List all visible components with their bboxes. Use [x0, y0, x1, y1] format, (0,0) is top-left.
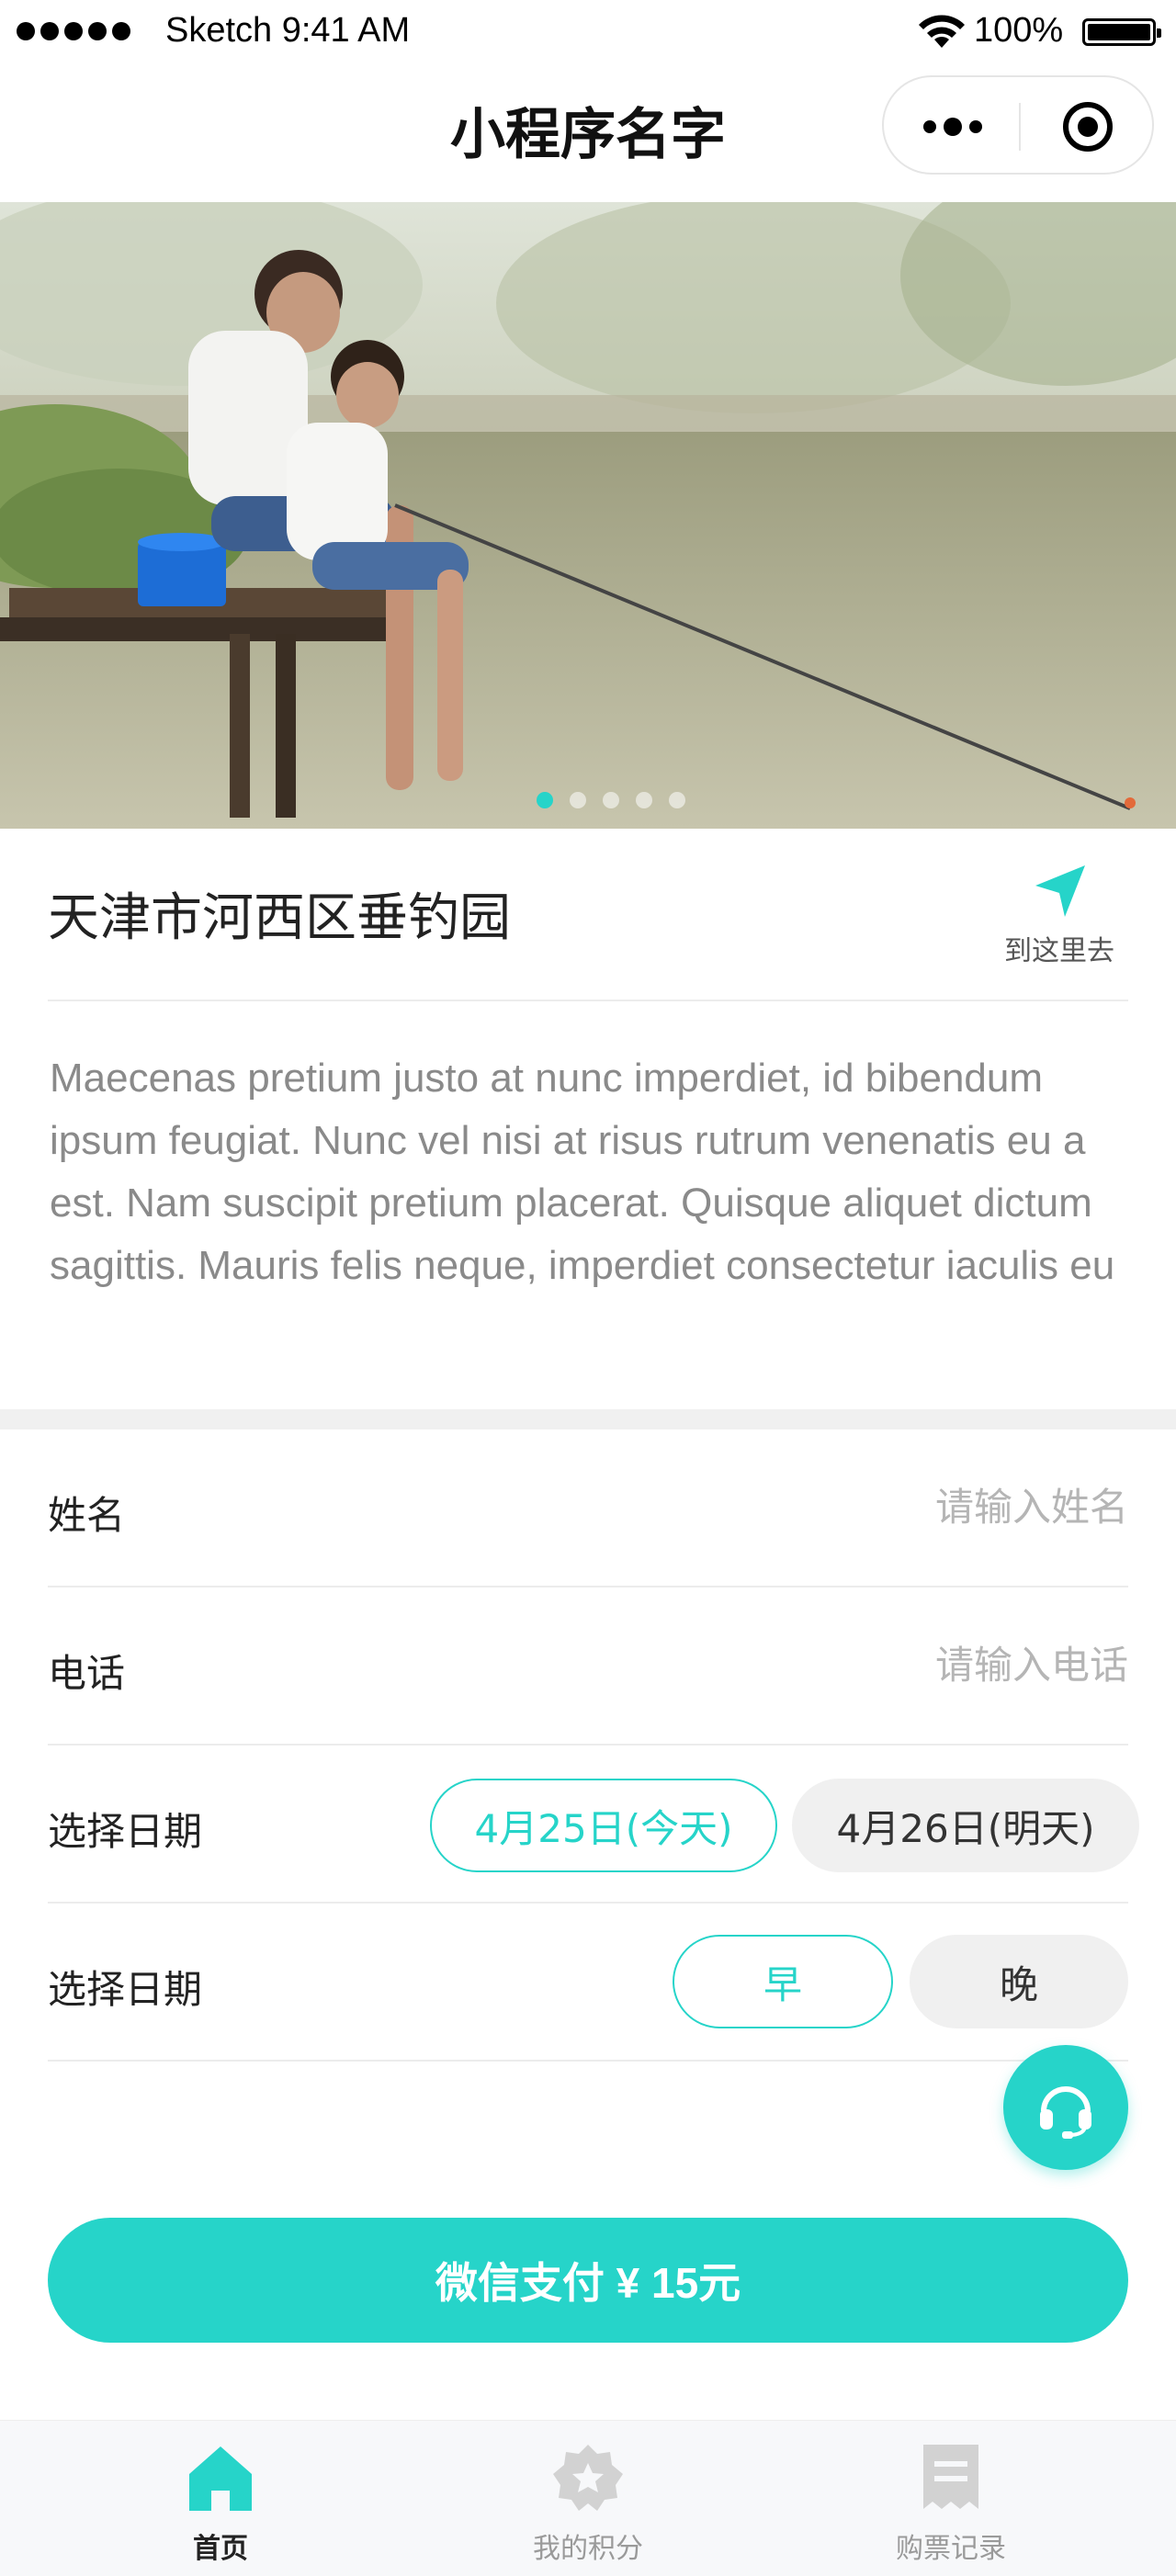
session-row: 选择日期 早 晚 — [48, 1904, 1128, 2062]
tab-tickets[interactable]: 购票记录 — [841, 2441, 1061, 2566]
name-label: 姓名 — [48, 1493, 126, 1538]
phone-input[interactable] — [650, 1632, 1128, 1698]
date-option-today[interactable]: 4月25日(今天) — [430, 1779, 777, 1872]
tab-points-label: 我的积分 — [533, 2533, 643, 2565]
receipt-icon — [923, 2445, 978, 2509]
tab-home-label: 首页 — [193, 2533, 248, 2565]
name-row: 姓名 — [48, 1429, 1128, 1587]
battery-percent: 100% — [974, 11, 1064, 50]
phone-label: 电话 — [48, 1651, 126, 1696]
session-option-evening[interactable]: 晚 — [910, 1935, 1128, 2028]
miniprogram-capsule — [882, 75, 1154, 175]
date-label: 选择日期 — [48, 1809, 203, 1854]
session-option-morning[interactable]: 早 — [673, 1935, 893, 2028]
banner-carousel[interactable] — [0, 202, 1176, 829]
more-icon[interactable] — [921, 118, 985, 136]
badge-icon — [553, 2445, 623, 2511]
location-name: 天津市河西区垂钓园 — [48, 888, 511, 948]
session-label: 选择日期 — [48, 1967, 203, 2012]
section-divider — [0, 1409, 1176, 1429]
signal-strength-icon — [17, 22, 130, 40]
navigation-arrow-icon — [1035, 865, 1085, 917]
carousel-dot-active[interactable] — [537, 792, 553, 808]
wechat-pay-button[interactable]: 微信支付 ¥ 15元 — [48, 2218, 1128, 2343]
location-description: Maecenas pretium justo at nunc imperdiet… — [50, 1056, 1115, 1288]
date-option-tomorrow[interactable]: 4月26日(明天) — [792, 1779, 1139, 1872]
headset-icon — [1040, 2086, 1091, 2139]
wifi-icon — [919, 15, 965, 48]
navigation-bar: 小程序名字 — [0, 64, 1176, 202]
tab-bar: 首页 我的积分 购票记录 — [0, 2420, 1176, 2576]
location-header: 天津市河西区垂钓园 到这里去 — [48, 829, 1128, 1001]
carousel-dot[interactable] — [603, 792, 619, 808]
carousel-indicator — [0, 792, 1176, 808]
status-bar: Sketch 9:41 AM 100% — [0, 0, 1176, 64]
carousel-dot[interactable] — [669, 792, 685, 808]
close-miniprogram-icon[interactable] — [1062, 101, 1114, 153]
status-carrier-time: Sketch 9:41 AM — [165, 11, 410, 51]
customer-service-button[interactable] — [1003, 2045, 1128, 2170]
carousel-dot[interactable] — [636, 792, 652, 808]
tab-points[interactable]: 我的积分 — [478, 2441, 698, 2566]
navigate-button[interactable]: 到这里去 — [990, 862, 1128, 968]
navigate-label: 到这里去 — [1004, 935, 1114, 967]
date-row: 选择日期 4月25日(今天) 4月26日(明天) — [48, 1746, 1139, 1904]
carousel-dot[interactable] — [570, 792, 586, 808]
clock: 9:41 AM — [281, 11, 411, 50]
name-input[interactable] — [650, 1474, 1128, 1540]
capsule-divider — [1019, 103, 1021, 151]
tab-home[interactable]: 首页 — [110, 2441, 331, 2566]
carrier-name: Sketch — [165, 11, 273, 50]
home-icon — [189, 2446, 252, 2511]
banner-image — [0, 202, 1176, 829]
tab-tickets-label: 购票记录 — [896, 2533, 1006, 2565]
phone-row: 电话 — [48, 1587, 1128, 1746]
battery-icon — [1082, 18, 1161, 46]
